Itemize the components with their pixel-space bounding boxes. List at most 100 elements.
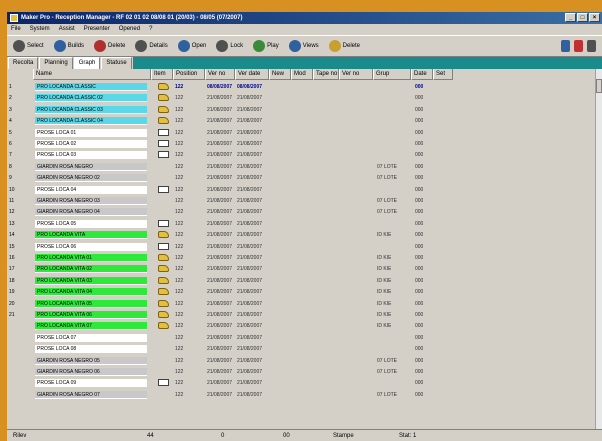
row-name-cell[interactable]: PRO LOCANDA VITA 04 xyxy=(35,288,147,297)
row-name-cell[interactable]: GIARDIN ROSA NEGRO 03 xyxy=(35,197,147,205)
row-name-cell[interactable]: PROSE LOCA 02 xyxy=(35,140,147,148)
col-header-set[interactable]: Set xyxy=(433,69,453,80)
table-row[interactable]: PROSE LOCA 07 122 21/08/2007 21/08/2007 000 xyxy=(7,333,595,342)
vertical-scrollbar[interactable] xyxy=(595,69,602,429)
tab-planning[interactable]: Planning xyxy=(39,57,73,69)
col-header-name[interactable]: Name xyxy=(33,69,151,80)
col-header-ver-no[interactable]: Ver no xyxy=(205,69,235,80)
document-icon[interactable] xyxy=(158,219,169,227)
tab-recolta[interactable]: Recolta xyxy=(8,57,39,69)
delete-all-button[interactable]: Delete xyxy=(327,38,362,54)
folder-icon[interactable] xyxy=(158,105,169,113)
table-row[interactable]: 15 PROSE LOCA 06 122 21/08/2007 21/08/2007 00… xyxy=(7,242,595,251)
row-name-cell[interactable]: PRO LOCANDA VITA 03 xyxy=(35,276,147,285)
minimize-button[interactable]: _ xyxy=(565,13,576,22)
col-header-ver-date[interactable]: Ver date xyxy=(235,69,269,80)
stop-icon[interactable] xyxy=(574,40,583,52)
table-row[interactable]: 21 PRO LOCANDA VITA 06 122 21/08/2007 21/08/… xyxy=(7,311,595,319)
row-name-cell[interactable]: PROSE LOCA 09 xyxy=(35,379,147,388)
menu-assist[interactable]: Assist xyxy=(59,24,75,35)
select-button[interactable]: Select xyxy=(11,38,46,54)
delete-button[interactable]: Delete xyxy=(92,38,127,54)
folder-icon[interactable] xyxy=(158,288,169,296)
views-button[interactable]: Views xyxy=(287,38,321,54)
table-row[interactable]: 14 PRO LOCANDA VITA 122 21/08/2007 21/08/200… xyxy=(7,231,595,240)
table-row[interactable]: 7 PROSE LOCA 03 122 21/08/2007 21/08/2007 000 xyxy=(7,151,595,160)
row-name-cell[interactable]: GIARDIN ROSA NEGRO 02 xyxy=(35,174,147,183)
table-row[interactable]: 6 PROSE LOCA 02 122 21/08/2007 21/08/2007 000 xyxy=(7,140,595,148)
col-header-ver-no-2[interactable]: Ver no xyxy=(339,69,373,80)
table-row[interactable]: 3 PRO LOCANDA CLASSIC 03 122 21/08/2007 21/0… xyxy=(7,105,595,114)
row-name-cell[interactable]: GIARDIN ROSA NEGRO 04 xyxy=(35,208,147,217)
table-row[interactable]: GIARDIN ROSA NEGRO 06 122 21/08/2007 21/08/… xyxy=(7,368,595,376)
table-row[interactable]: 17 PRO LOCANDA VITA 02 122 21/08/2007 21/08/… xyxy=(7,265,595,274)
folder-icon[interactable] xyxy=(158,117,169,125)
document-icon[interactable] xyxy=(158,151,169,159)
col-header-new[interactable]: New xyxy=(269,69,291,80)
tab-graph[interactable]: Graph xyxy=(73,57,101,69)
col-header-date[interactable]: Date xyxy=(411,69,433,80)
tab-statuse[interactable]: Statuse xyxy=(101,57,132,69)
col-header-tape-no[interactable]: Tape no xyxy=(313,69,339,80)
title-bar[interactable]: Maker Pro - Reception Manager - RF 02 01… xyxy=(7,12,602,24)
details-button[interactable]: Details xyxy=(133,38,169,54)
table-row[interactable]: 13 PROSE LOCA 05 122 21/08/2007 21/08/2007 00… xyxy=(7,219,595,228)
folder-icon[interactable] xyxy=(158,322,169,330)
table-row[interactable]: 18 PRO LOCANDA VITA 03 122 21/08/2007 21/08/… xyxy=(7,276,595,285)
row-name-cell[interactable]: PRO LOCANDA VITA 06 xyxy=(35,311,147,319)
col-header-mod[interactable]: Mod xyxy=(291,69,313,80)
row-name-cell[interactable]: PRO LOCANDA CLASSIC 02 xyxy=(35,94,147,103)
folder-icon[interactable] xyxy=(158,254,169,261)
document-icon[interactable] xyxy=(158,128,169,136)
lock-button[interactable]: Lock xyxy=(214,38,245,54)
menu-presenter[interactable]: Presenter xyxy=(84,24,110,35)
row-name-cell[interactable]: PRO LOCANDA VITA 07 xyxy=(35,322,147,331)
col-header-grup[interactable]: Grup xyxy=(373,69,411,80)
row-name-cell[interactable]: PROSE LOCA 07 xyxy=(35,333,147,342)
menu-opened[interactable]: Opened xyxy=(119,24,140,35)
row-name-cell[interactable]: PROSE LOCA 08 xyxy=(35,345,147,354)
folder-icon[interactable] xyxy=(158,94,169,102)
open-button[interactable]: Open xyxy=(176,38,209,54)
row-name-cell[interactable]: PRO LOCANDA VITA 01 xyxy=(35,254,147,262)
folder-icon[interactable] xyxy=(158,83,169,90)
close-button[interactable]: × xyxy=(589,13,600,22)
folder-icon[interactable] xyxy=(158,265,169,273)
table-row[interactable]: 10 PROSE LOCA 04 122 21/08/2007 21/08/2007 00… xyxy=(7,185,595,194)
table-row[interactable]: 4 PRO LOCANDA CLASSIC 04 122 21/08/2007 21/0… xyxy=(7,117,595,126)
row-name-cell[interactable]: PROSE LOCA 06 xyxy=(35,242,147,251)
row-name-cell[interactable]: PRO LOCANDA CLASSIC xyxy=(35,83,147,91)
table-row[interactable]: PROSE LOCA 08 122 21/08/2007 21/08/2007 000 xyxy=(7,345,595,354)
document-icon[interactable] xyxy=(158,140,169,147)
maximize-button[interactable]: □ xyxy=(577,13,588,22)
row-name-cell[interactable]: PRO LOCANDA VITA 05 xyxy=(35,299,147,308)
table-row[interactable]: GIARDIN ROSA NEGRO 05 122 21/08/2007 21/08/… xyxy=(7,356,595,365)
table-row[interactable]: 16 PRO LOCANDA VITA 01 122 21/08/2007 21/08/… xyxy=(7,254,595,262)
table-row[interactable]: 5 PROSE LOCA 01 122 21/08/2007 21/08/2007 000 xyxy=(7,128,595,137)
table-row[interactable]: GIARDIN ROSA NEGRO 07 122 21/08/2007 21/08/… xyxy=(7,390,595,399)
row-name-cell[interactable]: GIARDIN ROSA NEGRO 07 xyxy=(35,390,147,399)
table-row[interactable]: 2 PRO LOCANDA CLASSIC 02 122 21/08/2007 21/0… xyxy=(7,94,595,103)
table-row[interactable]: 20 PRO LOCANDA VITA 05 122 21/08/2007 21/08/… xyxy=(7,299,595,308)
table-row[interactable]: 11 GIARDIN ROSA NEGRO 03 122 21/08/2007 21/0… xyxy=(7,197,595,205)
table-row[interactable]: PRO LOCANDA VITA 07 122 21/08/2007 21/08/20… xyxy=(7,322,595,331)
table-row[interactable]: 9 GIARDIN ROSA NEGRO 02 122 21/08/2007 21/08… xyxy=(7,174,595,183)
row-name-cell[interactable]: GIARDIN ROSA NEGRO 06 xyxy=(35,368,147,376)
document-icon[interactable] xyxy=(158,379,169,387)
play-button[interactable]: Play xyxy=(251,38,281,54)
table-row[interactable]: PROSE LOCA 09 122 21/08/2007 21/08/2007 000 xyxy=(7,379,595,388)
menu-help[interactable]: ? xyxy=(149,24,152,35)
row-name-cell[interactable]: PRO LOCANDA VITA xyxy=(35,231,147,240)
row-name-cell[interactable]: PRO LOCANDA CLASSIC 03 xyxy=(35,105,147,114)
menu-system[interactable]: System xyxy=(30,24,50,35)
table-row[interactable]: 8 GIARDIN ROSA NEGRO 122 21/08/2007 21/08/20… xyxy=(7,162,595,171)
row-name-cell[interactable]: PROSE LOCA 04 xyxy=(35,185,147,194)
builds-button[interactable]: Builds xyxy=(52,38,86,54)
document-icon[interactable] xyxy=(158,185,169,193)
col-header-position[interactable]: Position xyxy=(173,69,205,80)
help-icon[interactable] xyxy=(561,40,570,52)
document-icon[interactable] xyxy=(158,242,169,250)
row-name-cell[interactable]: GIARDIN ROSA NEGRO 05 xyxy=(35,356,147,365)
folder-icon[interactable] xyxy=(158,299,169,307)
menu-file[interactable]: File xyxy=(11,24,21,35)
